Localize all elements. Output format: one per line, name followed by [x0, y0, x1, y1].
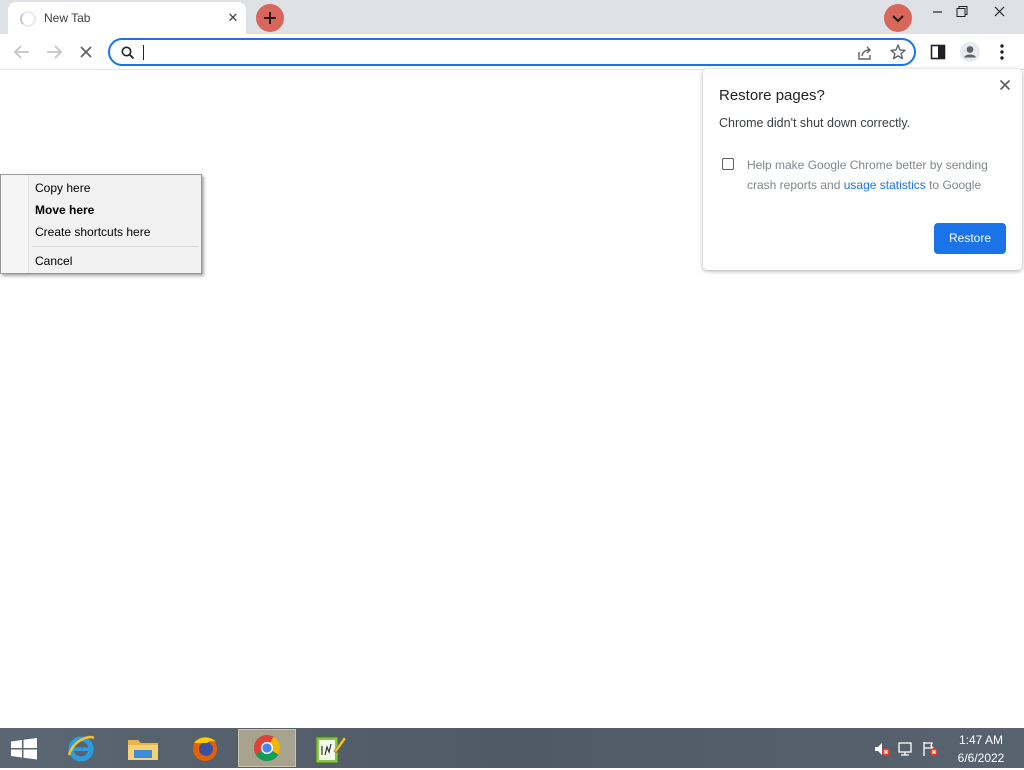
start-icon [11, 738, 37, 760]
dialog-message: Chrome didn't shut down correctly. [719, 116, 911, 130]
browser-toolbar [0, 34, 1024, 70]
restore-pages-dialog: Restore pages? Chrome didn't shut down c… [703, 69, 1022, 270]
plus-icon [264, 12, 276, 24]
loading-spinner-icon [20, 11, 36, 27]
menu-button[interactable] [988, 38, 1016, 66]
taskbar-chrome[interactable] [238, 729, 296, 767]
crash-report-label: Help make Google Chrome better by sendin… [747, 155, 1009, 195]
tab-title: New Tab [44, 11, 91, 25]
network-icon[interactable] [897, 740, 915, 758]
menu-item-create-shortcuts[interactable]: Create shortcuts here [3, 221, 199, 243]
restore-icon [956, 6, 968, 17]
menu-separator [32, 246, 198, 247]
back-button[interactable] [8, 38, 36, 66]
notepad-icon [315, 736, 347, 764]
forward-button[interactable] [40, 38, 68, 66]
firefox-icon [193, 737, 217, 761]
kebab-menu-icon [1000, 44, 1004, 60]
crash-report-text-end: to Google [925, 178, 982, 192]
restore-button[interactable]: Restore [934, 223, 1006, 254]
tab-strip: New Tab ✕ [0, 0, 1024, 34]
bookmark-star-icon[interactable] [889, 43, 907, 61]
address-bar[interactable] [108, 38, 916, 66]
close-window-button[interactable] [983, 2, 1015, 22]
taskbar: 1:47 AM 6/6/2022 [0, 728, 1024, 768]
stop-icon [80, 46, 92, 58]
search-icon [121, 46, 135, 60]
taskbar-file-explorer[interactable] [114, 729, 172, 767]
clock-date[interactable]: 6/6/2022 [952, 751, 1010, 765]
back-arrow-icon [13, 45, 29, 59]
usage-statistics-link[interactable]: usage statistics [844, 178, 926, 192]
menu-item-cancel[interactable]: Cancel [3, 250, 199, 272]
taskbar-internet-explorer[interactable] [52, 729, 110, 767]
chrome-icon [253, 735, 281, 762]
volume-muted-icon[interactable] [873, 740, 891, 758]
dialog-close-button[interactable] [995, 75, 1015, 95]
chevron-down-icon [892, 15, 904, 23]
crash-report-checkbox[interactable] [722, 158, 734, 170]
side-panel-button[interactable] [924, 38, 952, 66]
menu-item-copy-here[interactable]: Copy here [3, 177, 199, 199]
action-center-flag-icon[interactable] [921, 740, 939, 758]
close-icon [994, 6, 1005, 17]
drag-context-menu: Copy here Move here Create shortcuts her… [0, 174, 202, 274]
close-icon [999, 79, 1011, 91]
text-caret [143, 45, 144, 60]
new-tab-button[interactable] [256, 4, 284, 32]
internet-explorer-icon [67, 735, 95, 762]
taskbar-firefox[interactable] [176, 729, 234, 767]
side-panel-icon [930, 44, 946, 60]
menu-item-move-here[interactable]: Move here [3, 199, 199, 221]
share-icon[interactable] [856, 44, 874, 62]
restore-button[interactable] [946, 2, 978, 22]
profile-button[interactable] [956, 38, 984, 66]
file-explorer-icon [128, 740, 158, 760]
clock-time[interactable]: 1:47 AM [952, 733, 1010, 747]
start-button[interactable] [0, 729, 48, 767]
tab-search-button[interactable] [884, 4, 912, 32]
tab-new-tab[interactable]: New Tab ✕ [8, 2, 246, 34]
avatar-icon [960, 42, 980, 62]
forward-arrow-icon [47, 45, 63, 59]
tab-close-button[interactable]: ✕ [224, 9, 242, 27]
dialog-title: Restore pages? [719, 87, 825, 104]
taskbar-notepad[interactable] [300, 729, 358, 767]
stop-button[interactable] [72, 38, 100, 66]
